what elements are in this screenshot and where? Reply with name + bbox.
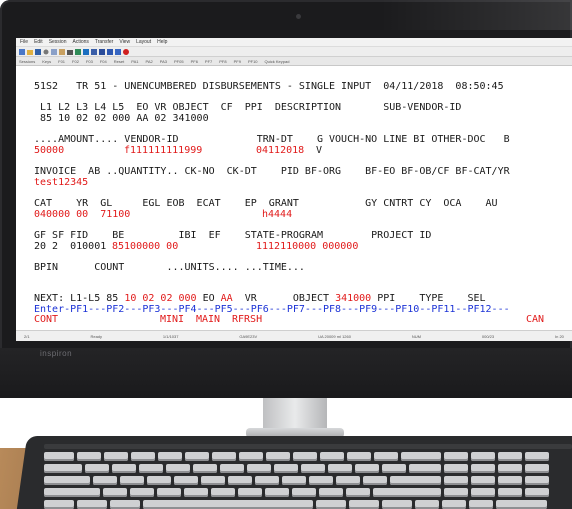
copy-icon[interactable] bbox=[51, 48, 57, 55]
key-pf05[interactable]: PF05 bbox=[174, 59, 184, 64]
state-program-field[interactable]: 1112110000 000000 bbox=[256, 241, 358, 253]
record-icon[interactable] bbox=[123, 48, 129, 55]
cat-yr-gl-field[interactable]: 040000 00 71100 bbox=[34, 209, 130, 221]
pf-rfrsh[interactable]: RFRSH bbox=[232, 314, 262, 326]
key-pa3[interactable]: PA3 bbox=[160, 59, 167, 64]
menu-bar: File Edit Session Actions Transfer View … bbox=[16, 38, 572, 47]
next-l2-l5-field[interactable]: 10 02 02 000 bbox=[124, 293, 196, 304]
status-item: Ready bbox=[90, 333, 103, 339]
amount-field[interactable]: 50000 bbox=[34, 145, 64, 157]
invoice-field[interactable]: test12345 bbox=[34, 177, 88, 189]
status-item: 000/23 bbox=[481, 333, 495, 339]
key-f01[interactable]: F01 bbox=[58, 59, 65, 64]
menu-layout[interactable]: Layout bbox=[136, 39, 151, 45]
paste-icon[interactable] bbox=[59, 48, 65, 55]
pf-can[interactable]: CAN bbox=[526, 314, 544, 326]
status-item: 1/1/1037 bbox=[162, 333, 179, 339]
row5-labels: GF SF FID BE IBI EF STATE-PROGRAM PROJEC… bbox=[34, 230, 432, 241]
next-command-line: NEXT: L1-L5 85 10 02 02 000 EO AA VR OBJ… bbox=[34, 293, 486, 305]
row3-labels: INVOICE AB ..QUANTITY.. CK-NO CK-DT PID … bbox=[34, 166, 510, 177]
keyboard-keys bbox=[44, 444, 572, 509]
next-prefix: NEXT: L1-L5 85 bbox=[34, 293, 125, 304]
monitor-stand-neck bbox=[263, 398, 327, 432]
icon-toolbar bbox=[16, 47, 572, 57]
vendor-id-field[interactable]: f111111111999 bbox=[124, 145, 202, 157]
status-item: In 20 bbox=[555, 333, 564, 339]
cut-icon[interactable] bbox=[43, 49, 49, 55]
open-icon[interactable] bbox=[27, 49, 33, 55]
screen-glare bbox=[380, 0, 572, 30]
brand-logo: inspiron bbox=[40, 349, 73, 358]
next-vr-label: VR OBJECT bbox=[232, 293, 336, 304]
key-sessions[interactable]: Sessions bbox=[19, 59, 35, 64]
save-icon[interactable] bbox=[35, 48, 41, 55]
key-reset[interactable]: Reset bbox=[114, 59, 124, 64]
menu-help[interactable]: Help bbox=[157, 39, 167, 45]
print-icon[interactable] bbox=[67, 49, 73, 55]
vouch-type-field[interactable]: V bbox=[316, 145, 322, 157]
key-f04[interactable]: F04 bbox=[100, 59, 107, 64]
new-session-icon[interactable] bbox=[19, 48, 25, 55]
status-item: NUM bbox=[411, 333, 421, 339]
row1-values[interactable]: 85 10 02 02 000 AA 02 341000 bbox=[34, 113, 209, 125]
key-quick-keypad[interactable]: Quick Keypad bbox=[265, 59, 290, 64]
receive-icon[interactable] bbox=[83, 48, 89, 55]
trn-dt-field[interactable]: 04112018 bbox=[256, 145, 304, 157]
key-pa2[interactable]: PA2 bbox=[145, 59, 152, 64]
next-tail: PPI TYPE SEL bbox=[371, 293, 486, 304]
status-bar: 2/1 Ready 1/1/1037 GA9E23V UA 20009 ml 1… bbox=[16, 330, 572, 341]
pf-key-legend: Enter-PF1---PF2---PF3---PF4---PF5---PF6-… bbox=[34, 303, 510, 315]
monitor: File Edit Session Actions Transfer View … bbox=[0, 0, 572, 398]
menu-file[interactable]: File bbox=[20, 39, 28, 45]
next-eo-field[interactable]: AA bbox=[221, 293, 233, 304]
key-keys[interactable]: Keys bbox=[42, 59, 51, 64]
grant-field[interactable]: h4444 bbox=[262, 209, 292, 221]
pf-mini[interactable]: MINI bbox=[160, 314, 184, 326]
be-field[interactable]: 85100000 00 bbox=[112, 241, 178, 253]
menu-transfer[interactable]: Transfer bbox=[95, 39, 113, 45]
key-pf7[interactable]: PF7 bbox=[205, 59, 212, 64]
gf-sf-fid-field[interactable]: 20 2 010001 bbox=[34, 241, 106, 253]
status-item: UA 20009 ml 1260 bbox=[318, 333, 351, 339]
menu-view[interactable]: View bbox=[119, 39, 130, 45]
webcam bbox=[296, 14, 301, 19]
row1-labels: L1 L2 L3 L4 L5 EO VR OBJECT CF PPI DESCR… bbox=[34, 102, 462, 113]
menu-session[interactable]: Session bbox=[49, 39, 67, 45]
terminal-screen[interactable]: 51S2 TR 51 - UNENCUMBERED DISBURSEMENTS … bbox=[16, 66, 572, 328]
color-icon[interactable] bbox=[115, 48, 121, 55]
key-pf6[interactable]: PF6 bbox=[191, 59, 198, 64]
menu-edit[interactable]: Edit bbox=[34, 39, 43, 45]
key-toolbar: Sessions Keys F01 F02 F03 F04 Reset PA1 … bbox=[16, 57, 572, 66]
next-object-field[interactable]: 341000 bbox=[335, 293, 371, 304]
key-pf9[interactable]: PF9 bbox=[234, 59, 241, 64]
row6-labels: BPIN COUNT ...UNITS.... ...TIME... bbox=[34, 262, 305, 273]
key-pa1[interactable]: PA1 bbox=[131, 59, 138, 64]
status-item: 2/1 bbox=[24, 333, 30, 339]
monitor-chin: inspiron bbox=[0, 348, 572, 398]
send-icon[interactable] bbox=[75, 48, 81, 55]
menu-actions[interactable]: Actions bbox=[72, 39, 88, 45]
status-item: GA9E23V bbox=[239, 333, 258, 339]
row4-labels: CAT YR GL EGL EOB ECAT EP GRANT GY CNTRT… bbox=[34, 198, 498, 209]
key-pf8[interactable]: PF8 bbox=[219, 59, 226, 64]
pf-cont[interactable]: CONT bbox=[34, 314, 58, 326]
screen-header: 51S2 TR 51 - UNENCUMBERED DISBURSEMENTS … bbox=[34, 81, 504, 92]
row2-labels: ....AMOUNT.... VENDOR-ID TRN-DT G VOUCH-… bbox=[34, 134, 510, 145]
keymap-icon[interactable] bbox=[99, 48, 105, 55]
terminal-window: File Edit Session Actions Transfer View … bbox=[16, 38, 572, 341]
display-icon[interactable] bbox=[107, 48, 113, 55]
next-eo-label: EO bbox=[196, 293, 221, 304]
pf-main[interactable]: MAIN bbox=[196, 314, 220, 326]
key-f02[interactable]: F02 bbox=[72, 59, 79, 64]
macro-icon[interactable] bbox=[91, 48, 97, 55]
key-pf10[interactable]: PF10 bbox=[248, 59, 258, 64]
key-f03[interactable]: F03 bbox=[86, 59, 93, 64]
